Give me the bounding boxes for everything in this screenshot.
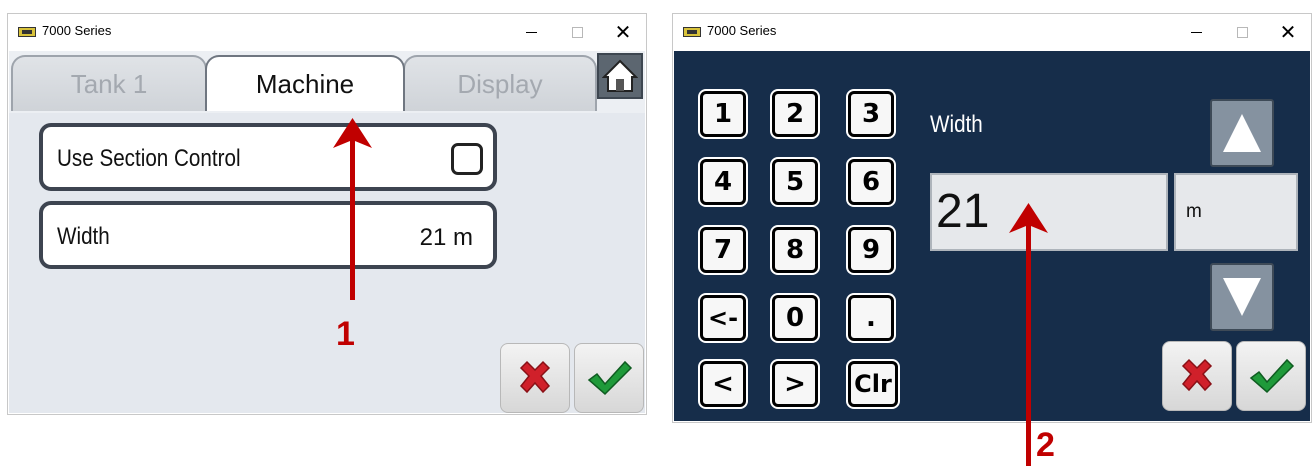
unit-display: m xyxy=(1174,173,1298,251)
numeric-entry-panel: 1 2 3 4 5 6 7 8 9 <- 0 . < > Clr Width 2… xyxy=(674,51,1310,421)
key-0[interactable]: 0 xyxy=(772,295,818,341)
tab-machine[interactable]: Machine xyxy=(205,55,405,111)
key-cursor-left[interactable]: < xyxy=(700,361,746,407)
key-cursor-right[interactable]: > xyxy=(772,361,818,407)
down-arrow-icon xyxy=(1223,278,1261,316)
settings-panel: Tank 1 Machine Display Use Section Contr… xyxy=(9,51,645,413)
key-8[interactable]: 8 xyxy=(772,227,818,273)
key-9[interactable]: 9 xyxy=(848,227,894,273)
close-button[interactable]: ✕ xyxy=(1265,14,1311,50)
use-section-control-row[interactable]: Use Section Control xyxy=(39,123,497,191)
app-icon xyxy=(18,27,36,37)
app-icon xyxy=(683,27,701,37)
green-check-icon xyxy=(1249,358,1295,394)
red-x-icon xyxy=(1181,358,1213,392)
decrement-button[interactable] xyxy=(1210,263,1274,331)
window-title: 7000 Series xyxy=(42,23,112,38)
row-label: Use Section Control xyxy=(57,145,241,172)
maximize-button[interactable] xyxy=(1219,14,1265,50)
section-control-checkbox[interactable] xyxy=(451,143,483,175)
annotation-label-2: 2 xyxy=(1036,426,1055,464)
key-1[interactable]: 1 xyxy=(700,91,746,137)
machine-settings-window: 7000 Series ✕ Tank 1 Machine Display Use… xyxy=(7,13,647,415)
annotation-arrow-1 xyxy=(333,118,372,300)
key-clear[interactable]: Clr xyxy=(848,361,898,407)
cancel-button[interactable] xyxy=(500,343,570,413)
minimize-button[interactable] xyxy=(1173,14,1219,50)
up-arrow-icon xyxy=(1223,114,1261,152)
home-icon xyxy=(602,59,638,92)
home-button[interactable] xyxy=(597,53,643,99)
key-2[interactable]: 2 xyxy=(772,91,818,137)
increment-button[interactable] xyxy=(1210,99,1274,167)
key-3[interactable]: 3 xyxy=(848,91,894,137)
tab-display[interactable]: Display xyxy=(403,55,597,111)
close-button[interactable]: ✕ xyxy=(600,14,646,50)
tab-label: Tank 1 xyxy=(70,68,148,99)
row-label: Width xyxy=(57,223,110,250)
tab-tank-1[interactable]: Tank 1 xyxy=(11,55,207,111)
key-5[interactable]: 5 xyxy=(772,159,818,205)
maximize-button[interactable] xyxy=(554,14,600,50)
window-title: 7000 Series xyxy=(707,23,777,38)
green-check-icon xyxy=(587,360,633,396)
width-entry-window: 7000 Series ✕ 1 2 3 4 5 6 7 8 9 <- 0 . <… xyxy=(672,13,1312,423)
field-label: Width xyxy=(930,111,983,138)
key-4[interactable]: 4 xyxy=(700,159,746,205)
key-6[interactable]: 6 xyxy=(848,159,894,205)
confirm-button[interactable] xyxy=(1236,341,1306,411)
tab-label: Machine xyxy=(255,68,355,99)
confirm-button[interactable] xyxy=(574,343,644,413)
cancel-button[interactable] xyxy=(1162,341,1232,411)
title-bar[interactable]: 7000 Series ✕ xyxy=(673,14,1311,50)
title-bar[interactable]: 7000 Series ✕ xyxy=(8,14,646,50)
width-row[interactable]: Width 21 m xyxy=(39,201,497,269)
tab-label: Display xyxy=(457,68,543,99)
key-backspace[interactable]: <- xyxy=(700,295,746,341)
tab-strip: Tank 1 Machine Display xyxy=(9,51,645,113)
width-value: 21 m xyxy=(419,224,473,251)
key-decimal[interactable]: . xyxy=(848,295,894,341)
red-x-icon xyxy=(519,360,551,394)
key-7[interactable]: 7 xyxy=(700,227,746,273)
minimize-button[interactable] xyxy=(508,14,554,50)
annotation-label-1: 1 xyxy=(336,315,355,353)
